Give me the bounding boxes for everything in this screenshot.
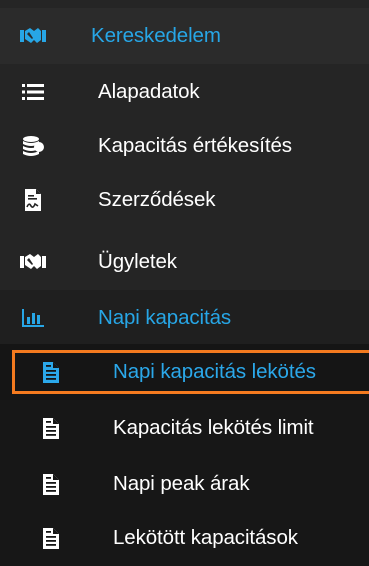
coins-icon bbox=[20, 133, 46, 159]
menu-subitem-label: Lekötött kapacitások bbox=[113, 526, 298, 549]
sidebar-menu: Kereskedelem Alapadatok Kapacitás értéke… bbox=[0, 0, 369, 566]
menu-item-alapadatok[interactable]: Alapadatok bbox=[0, 64, 369, 120]
menu-subitem-kapacitas-lekotes-limit[interactable]: Kapacitás lekötés limit bbox=[0, 400, 369, 456]
menu-item-szerzodesek[interactable]: Szerződések bbox=[0, 172, 369, 228]
menu-subitem-lekotott-kapacitasok[interactable]: Lekötött kapacitások bbox=[0, 510, 369, 566]
menu-item-label: Kapacitás értékesítés bbox=[98, 134, 292, 157]
menu-item-label: Szerződések bbox=[98, 188, 216, 211]
menu-subitem-label: Napi kapacitás lekötés bbox=[113, 360, 316, 383]
menu-item-label: Ügyletek bbox=[98, 250, 177, 273]
menu-subitem-napi-peak-arak[interactable]: Napi peak árak bbox=[0, 456, 369, 512]
document-icon bbox=[38, 471, 64, 497]
menu-item-ugyletek[interactable]: Ügyletek bbox=[0, 234, 369, 290]
contract-icon bbox=[20, 187, 46, 213]
document-icon bbox=[38, 415, 64, 441]
handshake-icon bbox=[20, 249, 46, 275]
list-icon bbox=[20, 79, 46, 105]
menu-subsection-label: Napi kapacitás bbox=[98, 306, 232, 329]
menu-subitem-label: Napi peak árak bbox=[113, 472, 250, 495]
menu-item-kapacitas-ertekesites[interactable]: Kapacitás értékesítés bbox=[0, 118, 369, 174]
bar-chart-icon bbox=[20, 305, 46, 331]
handshake-icon bbox=[20, 23, 46, 49]
menu-section-label: Kereskedelem bbox=[91, 24, 221, 47]
document-icon bbox=[38, 525, 64, 551]
menu-item-label: Alapadatok bbox=[98, 80, 200, 103]
menu-subitem-napi-kapacitas-lekotes[interactable]: Napi kapacitás lekötés bbox=[0, 344, 369, 400]
menu-subsection-napi-kapacitas[interactable]: Napi kapacitás bbox=[0, 290, 369, 346]
menu-section-kereskedelem[interactable]: Kereskedelem bbox=[0, 8, 369, 64]
menu-subitem-label: Kapacitás lekötés limit bbox=[113, 416, 314, 439]
document-icon bbox=[38, 359, 64, 385]
